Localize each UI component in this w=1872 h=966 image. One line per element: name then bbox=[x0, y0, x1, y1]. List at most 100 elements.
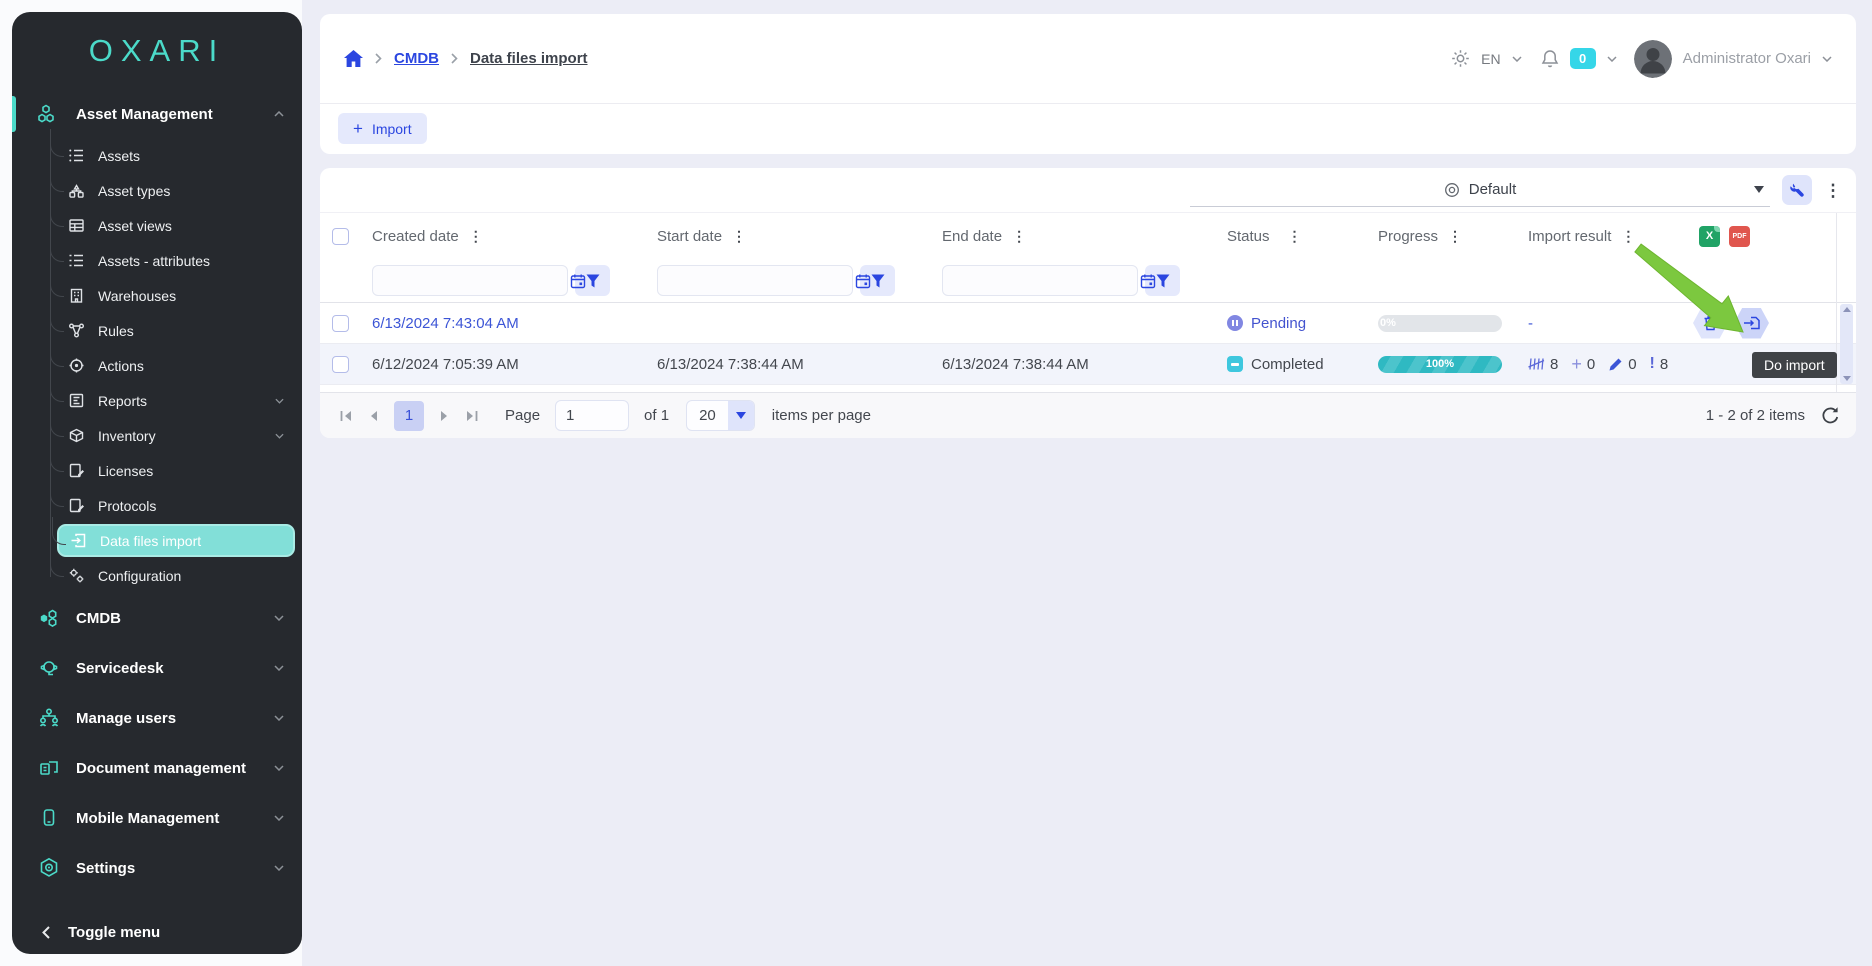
wrench-icon bbox=[1789, 182, 1806, 199]
row-checkbox[interactable] bbox=[332, 356, 349, 373]
page-fold bbox=[1714, 226, 1720, 232]
column-menu-kebab[interactable]: ⋮ bbox=[1288, 228, 1302, 245]
export-excel-icon[interactable]: X bbox=[1699, 226, 1720, 247]
chevron-down-icon[interactable] bbox=[1512, 56, 1522, 62]
table-scrollbar[interactable] bbox=[1840, 304, 1853, 384]
column-menu-kebab[interactable]: ⋮ bbox=[1448, 228, 1462, 245]
breadcrumb-current: Data files import bbox=[470, 50, 588, 67]
start-date-filter-input[interactable] bbox=[658, 266, 855, 295]
chevron-down-icon bbox=[274, 865, 284, 871]
chevron-down-icon bbox=[274, 665, 284, 671]
home-icon[interactable] bbox=[344, 50, 363, 67]
column-menu-kebab[interactable]: ⋮ bbox=[469, 228, 483, 245]
column-header-created-date[interactable]: Created date bbox=[372, 228, 459, 245]
items-per-page-select[interactable]: 20 bbox=[686, 400, 755, 431]
table-row[interactable]: 6/13/2024 7:43:04 AM Pending 0% - bbox=[320, 303, 1856, 344]
gear-icon[interactable] bbox=[1451, 49, 1470, 68]
notification-badge[interactable]: 0 bbox=[1570, 48, 1596, 69]
excel-glyph: X bbox=[1706, 230, 1713, 242]
sidebar-item-configuration[interactable]: Configuration bbox=[12, 558, 302, 593]
end-date-cell: 6/13/2024 7:38:44 AM bbox=[942, 356, 1089, 373]
sidebar-item-label: Asset types bbox=[98, 183, 170, 199]
page-number-input[interactable] bbox=[555, 400, 629, 431]
calendar-icon[interactable] bbox=[570, 273, 586, 289]
toggle-menu-button[interactable]: Toggle menu bbox=[12, 909, 302, 954]
refresh-icon[interactable] bbox=[1821, 406, 1840, 425]
result-processed: 8 bbox=[1528, 356, 1558, 373]
status-cell: Pending bbox=[1251, 315, 1306, 332]
last-page-button[interactable] bbox=[462, 410, 482, 422]
avatar[interactable] bbox=[1634, 40, 1672, 78]
export-pdf-icon[interactable]: PDF bbox=[1729, 226, 1750, 247]
result-added: + 0 bbox=[1571, 355, 1595, 373]
import-button[interactable]: + Import bbox=[338, 113, 427, 144]
import-result-cell: - bbox=[1528, 315, 1533, 332]
sidebar-section-settings[interactable]: Settings bbox=[12, 843, 302, 893]
sidebar-section-document-management[interactable]: Document management bbox=[12, 743, 302, 793]
row-checkbox[interactable] bbox=[332, 315, 349, 332]
column-header-status[interactable]: Status bbox=[1227, 228, 1270, 245]
language-selector[interactable]: EN bbox=[1481, 51, 1500, 67]
scroll-up-arrow-icon[interactable] bbox=[1843, 307, 1851, 312]
end-date-filter-input[interactable] bbox=[943, 266, 1140, 295]
sidebar-section-cmdb[interactable]: CMDB bbox=[12, 593, 302, 643]
sidebar-item-label: Protocols bbox=[98, 498, 156, 514]
do-import-button[interactable] bbox=[1734, 308, 1769, 339]
delete-row-button[interactable] bbox=[1693, 308, 1728, 339]
table-row[interactable]: 6/12/2024 7:05:39 AM 6/13/2024 7:38:44 A… bbox=[320, 344, 1856, 385]
select-all-checkbox[interactable] bbox=[332, 228, 349, 245]
page-header-card: CMDB Data files import EN 0 Administrato… bbox=[320, 14, 1856, 154]
column-menu-kebab[interactable]: ⋮ bbox=[732, 228, 746, 245]
column-header-end-date[interactable]: End date bbox=[942, 228, 1002, 245]
chevron-up-icon bbox=[274, 111, 284, 117]
table-header-row: Created date ⋮ Start date ⋮ End date ⋮ Stat… bbox=[320, 213, 1856, 259]
headset-icon bbox=[37, 656, 61, 680]
oxari-logo: OXARI bbox=[12, 12, 302, 90]
grid-settings-button[interactable] bbox=[1782, 175, 1812, 205]
plus-icon: + bbox=[353, 120, 363, 137]
start-date-cell: 6/13/2024 7:38:44 AM bbox=[657, 356, 804, 373]
column-header-start-date[interactable]: Start date bbox=[657, 228, 722, 245]
view-selector[interactable]: Default bbox=[1190, 173, 1770, 207]
created-date-filter-input[interactable] bbox=[373, 266, 570, 295]
sidebar-section-mobile-management[interactable]: Mobile Management bbox=[12, 793, 302, 843]
sidebar-item-data-files-import[interactable]: Data files import bbox=[57, 524, 295, 557]
pagination-bar: 1 Page of 1 20 items per page 1 - 2 of 2… bbox=[320, 392, 1856, 438]
user-name[interactable]: Administrator Oxari bbox=[1683, 50, 1811, 67]
chevron-down-icon bbox=[274, 815, 284, 821]
grid-menu-kebab[interactable]: ⋮ bbox=[1824, 182, 1842, 199]
chevron-down-icon bbox=[275, 433, 284, 439]
chevron-down-icon[interactable] bbox=[1607, 56, 1617, 62]
current-page-button[interactable]: 1 bbox=[394, 401, 424, 431]
target-icon bbox=[68, 357, 85, 374]
modified-count: 0 bbox=[1628, 356, 1636, 373]
sidebar-item-label: Reports bbox=[98, 393, 147, 409]
result-modified: 0 bbox=[1608, 356, 1636, 373]
completed-status-icon bbox=[1227, 356, 1243, 372]
import-file-icon bbox=[70, 532, 87, 549]
chevron-down-icon[interactable] bbox=[1822, 56, 1832, 62]
funnel-icon bbox=[1156, 274, 1170, 288]
progress-label: 100% bbox=[1426, 358, 1454, 370]
table-filter-row bbox=[320, 259, 1856, 303]
column-menu-kebab[interactable]: ⋮ bbox=[1012, 228, 1026, 245]
sidebar-section-manage-users[interactable]: Manage users bbox=[12, 693, 302, 743]
sidebar-section-servicedesk[interactable]: Servicedesk bbox=[12, 643, 302, 693]
calendar-icon[interactable] bbox=[1140, 273, 1156, 289]
sidebar-section-label: CMDB bbox=[76, 610, 121, 627]
next-page-button[interactable] bbox=[437, 410, 453, 422]
sidebar-section-label: Mobile Management bbox=[76, 810, 219, 827]
scroll-down-arrow-icon[interactable] bbox=[1843, 376, 1851, 381]
column-menu-kebab[interactable]: ⋮ bbox=[1621, 228, 1635, 245]
header-controls: EN 0 Administrator Oxari bbox=[1451, 40, 1832, 78]
first-page-button[interactable] bbox=[336, 410, 356, 422]
breadcrumb-cmdb-link[interactable]: CMDB bbox=[394, 50, 439, 67]
previous-page-button[interactable] bbox=[365, 410, 381, 422]
building-icon bbox=[68, 287, 85, 304]
column-header-progress[interactable]: Progress bbox=[1378, 228, 1438, 245]
sidebar-item-label: Assets bbox=[98, 148, 140, 164]
created-date-cell[interactable]: 6/13/2024 7:43:04 AM bbox=[372, 315, 519, 332]
bell-icon[interactable] bbox=[1541, 49, 1559, 69]
column-header-import-result[interactable]: Import result bbox=[1528, 228, 1611, 245]
calendar-icon[interactable] bbox=[855, 273, 871, 289]
